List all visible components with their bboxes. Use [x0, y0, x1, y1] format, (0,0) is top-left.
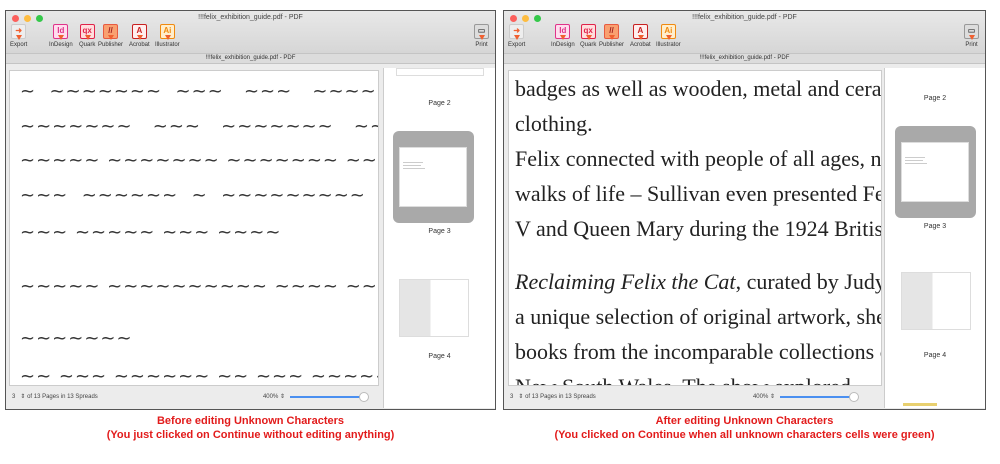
text-line: books from the incomparable collections …: [515, 339, 882, 364]
zoom-slider-knob[interactable]: [359, 392, 369, 402]
thumbnail-page-4[interactable]: [901, 272, 971, 330]
document-title-bar: !!!felix_exhibition_guide.pdf - PDF: [6, 53, 495, 64]
thumbnail-page-5-edge[interactable]: [903, 403, 937, 406]
caption-line: Before editing Unknown Characters: [156, 415, 345, 427]
quark-icon: qx: [580, 24, 596, 40]
text-line: ~~~~~ ~~~~~~~ ~~~~~~~ ~~~~ ~~ ~~: [20, 150, 378, 171]
zoom-level-select[interactable]: 400% ⇕: [753, 391, 775, 403]
zoom-level-select[interactable]: 400% ⇕: [263, 391, 285, 403]
thumbnail-page-4[interactable]: [399, 279, 469, 337]
quark-icon: qx: [79, 24, 95, 40]
export-icon: ➜: [509, 24, 525, 40]
acrobat-button[interactable]: A Acrobat: [630, 24, 651, 48]
text-line: ~~ ~~~ ~~~~~~ ~~ ~~~ ~~~~~ ~~~~~~: [20, 366, 378, 386]
page-label: Page 4: [923, 352, 947, 359]
caption-line: After editing Unknown Characters: [655, 415, 834, 427]
indesign-button[interactable]: Id InDesign: [551, 24, 575, 48]
quark-button[interactable]: qx Quark: [79, 24, 95, 48]
selected-thumbnail-page-3[interactable]: [895, 126, 976, 218]
illustrator-icon: Ai: [159, 24, 175, 40]
exhibition-title: Reclaiming Felix the Cat: [515, 269, 736, 294]
text-line: ~~~~~ ~~~~~~~~~~ ~~~~ ~~~ ~~~~~~: [20, 276, 378, 297]
document-view[interactable]: ~ ~~~~~~~ ~~~ ~~~ ~~~~ ~~~ ~~ ~ ~ ~~~ ~~~ ~…: [9, 70, 379, 386]
text-line: ~~~~~~~: [20, 328, 133, 349]
printer-icon: ▭: [964, 24, 979, 40]
page-label: Page 3: [923, 223, 947, 230]
acrobat-icon: A: [131, 24, 147, 40]
caption-before: Before editing Unknown Characters (You ju…: [5, 414, 496, 442]
thumbnail-page-2[interactable]: [396, 68, 484, 76]
publisher-icon: //: [103, 24, 118, 40]
status-bar: 3 ⇕ of 13 Pages in 13 Spreads 400% ⇕: [12, 391, 375, 403]
window-title: !!!felix_exhibition_guide.pdf - PDF: [692, 14, 797, 21]
caption-after: After editing Unknown Characters (You cli…: [503, 414, 986, 442]
illustrator-icon: Ai: [660, 24, 676, 40]
quark-button[interactable]: qx Quark: [580, 24, 596, 48]
printer-icon: ▭: [474, 24, 489, 40]
document-view[interactable]: badges as well as wooden, metal and cera…: [508, 70, 882, 386]
stepper-icon[interactable]: ⇕: [518, 394, 523, 400]
text-line: walks of life – Sullivan even presented …: [515, 181, 882, 206]
publisher-button[interactable]: //Publisher: [599, 24, 624, 48]
window-title: !!!felix_exhibition_guide.pdf - PDF: [198, 14, 303, 21]
text-line: New South Wales. The show explored: [515, 374, 851, 385]
page-label: Page 2: [428, 100, 451, 107]
text-line: a unique selection of original artwork, …: [515, 304, 882, 329]
illustrator-button[interactable]: Ai Illustrator: [656, 24, 681, 48]
text-fragment: , curated by Judy N: [735, 269, 882, 294]
text-line: V and Queen Mary during the 1924 British: [515, 216, 882, 241]
print-button[interactable]: ▭ Print: [964, 24, 979, 48]
document-title-bar: !!!felix_exhibition_guide.pdf - PDF: [504, 53, 985, 64]
text-line: ~~~~~~~ ~~~ ~~~~~~~ ~~~~~~~~~: [20, 116, 378, 137]
caption-line: (You just clicked on Continue without ed…: [106, 429, 395, 441]
selected-thumbnail-page-3[interactable]: [393, 131, 474, 223]
stepper-icon[interactable]: ⇕: [20, 394, 25, 400]
text-line: Felix connected with people of all ages,…: [515, 146, 882, 171]
status-bar: 3 ⇕ of 13 Pages in 13 Spreads 400% ⇕: [510, 391, 865, 403]
pdf-window-after: !!!felix_exhibition_guide.pdf - PDF ➜ Exp…: [503, 10, 986, 410]
text-line: ~ ~~~~~~~ ~~~ ~~~ ~~~~~~~ ~~ ~: [20, 81, 378, 102]
export-button[interactable]: ➜ Export: [10, 24, 27, 48]
page-thumbnails[interactable]: Page 2 Page 3 Page 4: [383, 68, 495, 408]
toolbar: !!!felix_exhibition_guide.pdf - PDF ➜ Exp…: [6, 11, 495, 53]
page-thumbnails[interactable]: Page 2 Page 3 Page 4: [884, 68, 985, 408]
indesign-icon: Id: [53, 24, 69, 40]
text-line: badges as well as wooden, metal and cera…: [515, 76, 882, 101]
zoom-level: 400%: [262, 394, 279, 400]
export-icon: ➜: [11, 24, 27, 40]
print-button[interactable]: ▭ Print: [474, 24, 489, 48]
zoom-level: 400%: [752, 394, 769, 400]
zoom-slider[interactable]: [780, 392, 859, 402]
text-line: ~~~ ~~~~~~ ~ ~~~~~~~~~ ~~~~ ~~: [20, 185, 366, 206]
illustrator-button[interactable]: Ai Illustrator: [155, 24, 180, 48]
page-label: Page 4: [428, 353, 451, 360]
text-line: ~~~ ~~~~~ ~~~ ~~~~: [20, 222, 282, 243]
publisher-button[interactable]: //Publisher: [98, 24, 123, 48]
caption-line: (You clicked on Continue when all unknow…: [554, 429, 935, 441]
page-label: Page 3: [428, 228, 451, 235]
text-line: clothing.: [515, 111, 593, 136]
acrobat-button[interactable]: A Acrobat: [129, 24, 150, 48]
page-count: of 13 Pages in 13 Spreads: [525, 394, 596, 400]
page-number-field[interactable]: 3: [12, 394, 15, 400]
zoom-slider[interactable]: [290, 392, 369, 402]
indesign-button[interactable]: Id InDesign: [49, 24, 73, 48]
indesign-icon: Id: [555, 24, 571, 40]
text-line: Reclaiming Felix the Cat, curated by Jud…: [515, 269, 882, 295]
page-count: of 13 Pages in 13 Spreads: [27, 394, 98, 400]
publisher-icon: //: [604, 24, 619, 40]
page-label: Page 2: [923, 95, 947, 102]
zoom-slider-knob[interactable]: [849, 392, 859, 402]
acrobat-icon: A: [632, 24, 648, 40]
pdf-window-before: !!!felix_exhibition_guide.pdf - PDF ➜ Exp…: [5, 10, 496, 410]
page-number-field[interactable]: 3: [510, 394, 513, 400]
toolbar: !!!felix_exhibition_guide.pdf - PDF ➜ Exp…: [504, 11, 985, 53]
export-button[interactable]: ➜ Export: [508, 24, 525, 48]
